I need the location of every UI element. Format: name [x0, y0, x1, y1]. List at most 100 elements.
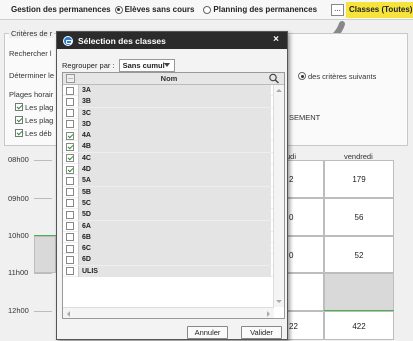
- group-by-value: Sans cumul: [122, 61, 165, 70]
- radio-eleves-sans-cours[interactable]: [114, 5, 123, 14]
- list-item[interactable]: 3D: [63, 118, 273, 131]
- class-name: ULIS: [78, 265, 271, 277]
- list-item[interactable]: 6B: [63, 231, 273, 244]
- criteria-check-1[interactable]: Les plag: [15, 103, 53, 112]
- select-all-checkbox[interactable]: [66, 74, 75, 83]
- horizontal-scrollbar[interactable]: [63, 307, 274, 318]
- class-checkbox[interactable]: [66, 233, 74, 242]
- class-checkbox[interactable]: [66, 267, 74, 276]
- class-checkbox[interactable]: [66, 142, 74, 151]
- list-item[interactable]: 5D: [63, 209, 273, 221]
- class-name: 3D: [78, 118, 271, 130]
- option-eleves-sans-cours-label[interactable]: Elèves sans cours: [125, 5, 195, 14]
- option-planning-permanences-label[interactable]: Planning des permanences: [213, 5, 317, 14]
- class-name: 6D: [78, 254, 271, 266]
- list-item[interactable]: 3C: [63, 107, 273, 119]
- list-item[interactable]: 6D: [63, 254, 273, 266]
- check-3-box[interactable]: [15, 129, 23, 137]
- class-checkbox[interactable]: [66, 86, 74, 95]
- criteria-line-plages: Plages horair: [9, 90, 54, 99]
- top-toolbar: Gestion des permanences Elèves sans cour…: [0, 0, 413, 20]
- criteria-line-search: Rechercher l: [9, 49, 52, 58]
- class-name: 6B: [78, 231, 271, 243]
- criteria-right-text: SEMENT: [289, 113, 321, 122]
- scroll-down-icon[interactable]: [276, 300, 282, 303]
- class-checkbox[interactable]: [66, 199, 74, 208]
- class-checkbox[interactable]: [66, 176, 74, 185]
- class-name: 3C: [78, 107, 271, 119]
- class-checkbox[interactable]: [66, 188, 74, 197]
- class-checkbox[interactable]: [66, 97, 74, 106]
- hour-divider: [34, 273, 52, 274]
- criteria-check-2[interactable]: Les plag: [15, 116, 53, 125]
- class-name: 5D: [78, 209, 271, 221]
- list-item[interactable]: 6A: [63, 220, 273, 232]
- green-marker: [34, 235, 56, 236]
- search-icon[interactable]: [268, 73, 280, 84]
- class-name: 4C: [78, 152, 271, 164]
- classes-filter-label[interactable]: Classes (Toutes): [346, 2, 413, 18]
- group-by-label: Regrouper par :: [62, 61, 115, 70]
- list-item[interactable]: 5B: [63, 186, 273, 198]
- class-checkbox[interactable]: [66, 120, 74, 129]
- criteria-option-suivants[interactable]: des critères suivants: [294, 72, 376, 81]
- class-rows: 3A 3B 3C 3D 4A 4B 4C 4D 5A 5B 5C 5D 6A 6B 6C 6D ULIS: [63, 85, 273, 307]
- cell-vendredi-3[interactable]: 52: [324, 236, 394, 273]
- list-item[interactable]: 6C: [63, 243, 273, 255]
- hour-label: 08h00: [8, 155, 29, 164]
- class-checkbox[interactable]: [66, 131, 74, 140]
- list-item[interactable]: 4C: [63, 152, 273, 165]
- criteria-legend: Critères de r: [9, 29, 55, 38]
- chevron-down-icon: [163, 63, 170, 67]
- class-checkbox[interactable]: [66, 165, 74, 174]
- class-name: 5A: [78, 175, 271, 187]
- check-1-box[interactable]: [15, 103, 23, 111]
- dialog-title: Sélection des classes: [78, 35, 166, 46]
- close-icon[interactable]: ×: [273, 34, 279, 45]
- cell-vendredi-5[interactable]: 422: [324, 311, 394, 340]
- list-item[interactable]: 5A: [63, 175, 273, 187]
- class-checkbox[interactable]: [66, 154, 74, 163]
- class-name: 6A: [78, 220, 271, 232]
- more-options-button[interactable]: ...: [331, 4, 344, 16]
- scroll-left-icon[interactable]: [67, 311, 70, 317]
- criteria-check-3[interactable]: Les déb: [15, 129, 52, 138]
- vertical-scrollbar[interactable]: [273, 85, 284, 307]
- check-2-label: Les plag: [25, 116, 54, 125]
- class-checkbox[interactable]: [66, 255, 74, 264]
- class-name: 3A: [78, 85, 271, 96]
- hour-label: 10h00: [8, 231, 29, 240]
- class-name: 4D: [78, 164, 271, 176]
- radio-criteres-suivants[interactable]: [298, 72, 306, 80]
- class-name: 5C: [78, 197, 271, 209]
- class-selection-dialog: Sélection des classes × Regrouper par : …: [56, 31, 288, 340]
- scroll-right-icon[interactable]: [267, 311, 270, 317]
- class-checkbox[interactable]: [66, 222, 74, 231]
- class-checkbox[interactable]: [66, 210, 74, 219]
- list-item[interactable]: 5C: [63, 197, 273, 210]
- validate-button[interactable]: Valider: [241, 326, 282, 339]
- list-item[interactable]: 4D: [63, 164, 273, 176]
- radio-planning-permanences[interactable]: [203, 5, 212, 14]
- class-name: 6C: [78, 243, 271, 255]
- group-by-select[interactable]: Sans cumul: [118, 59, 175, 72]
- check-2-box[interactable]: [15, 116, 23, 124]
- class-checkbox[interactable]: [66, 244, 74, 253]
- list-item[interactable]: 3B: [63, 96, 273, 108]
- column-header-nom[interactable]: Nom: [79, 74, 259, 83]
- list-item[interactable]: ULIS: [63, 265, 273, 278]
- list-item[interactable]: 4A: [63, 130, 273, 142]
- cell-vendredi-4[interactable]: [324, 273, 394, 311]
- app-logo-icon: [63, 35, 73, 46]
- cancel-button[interactable]: Annuler: [187, 326, 228, 339]
- list-item[interactable]: 4B: [63, 141, 273, 153]
- class-checkbox[interactable]: [66, 109, 74, 118]
- criteria-line-determine: Déterminer le: [9, 71, 55, 80]
- hour-label: 11h00: [8, 268, 29, 277]
- list-header: Nom: [63, 73, 284, 85]
- scroll-up-icon[interactable]: [276, 89, 282, 92]
- cell-vendredi-1[interactable]: 179: [324, 160, 394, 198]
- cell-vendredi-2[interactable]: 56: [324, 198, 394, 236]
- list-item[interactable]: 3A: [63, 85, 273, 97]
- dialog-header: Sélection des classes ×: [57, 32, 287, 49]
